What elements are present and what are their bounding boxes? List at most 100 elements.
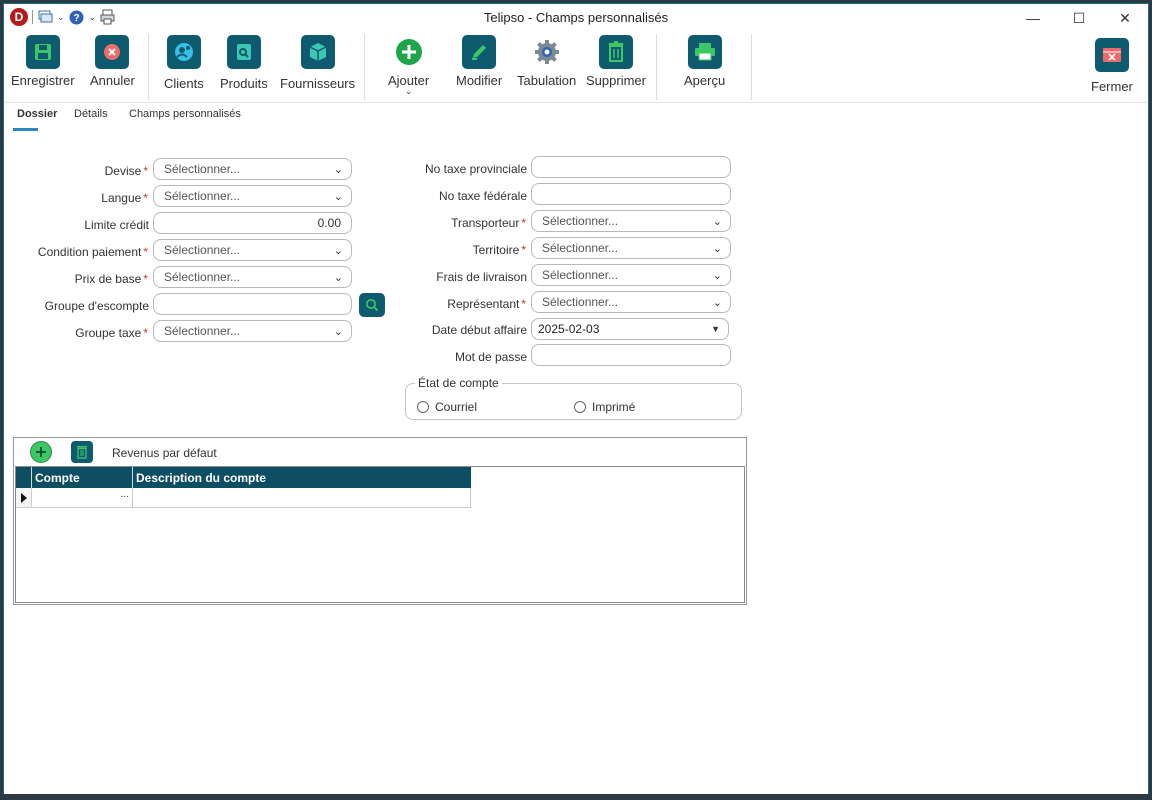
transporteur-select[interactable]: Sélectionner... ⌄ xyxy=(531,210,731,232)
tab-champs-personnalises[interactable]: Champs personnalisés xyxy=(129,108,241,120)
chevron-down-icon: ⌄ xyxy=(712,216,722,228)
dropdown-arrow-icon: ▼ xyxy=(711,324,720,334)
imprime-radio[interactable]: Imprimé xyxy=(574,400,635,414)
groupe-escompte-label: Groupe d'escompte xyxy=(44,299,149,313)
delete-revenu-button[interactable] xyxy=(71,441,93,463)
cell-compte[interactable]: ... xyxy=(32,488,133,508)
condition-paiement-select[interactable]: Sélectionner... ⌄ xyxy=(153,239,352,261)
tabulation-button[interactable]: Tabulation xyxy=(517,32,576,88)
groupe-taxe-select[interactable]: Sélectionner... ⌄ xyxy=(153,320,352,342)
ribbon-separator xyxy=(751,34,752,100)
chevron-down-icon: ⌄ xyxy=(333,191,343,203)
revenus-title: Revenus par défaut xyxy=(112,446,217,460)
no-taxe-fed-input[interactable] xyxy=(531,183,731,205)
plus-icon xyxy=(36,447,46,457)
no-taxe-prov-input[interactable] xyxy=(531,156,731,178)
search-icon xyxy=(366,299,379,312)
groupe-escompte-input[interactable] xyxy=(153,293,352,315)
minimize-button[interactable]: — xyxy=(1010,4,1056,32)
territoire-select[interactable]: Sélectionner... ⌄ xyxy=(531,237,731,259)
chevron-down-icon: ⌄ xyxy=(712,270,722,282)
revenus-panel: Revenus par défaut Compte Description du… xyxy=(13,437,747,605)
devise-select[interactable]: Sélectionner... ⌄ xyxy=(153,158,352,180)
col-header-compte[interactable]: Compte xyxy=(32,467,133,488)
produits-button[interactable]: Produits xyxy=(220,32,268,91)
cancel-icon xyxy=(95,35,130,69)
chevron-down-icon: ⌄ xyxy=(333,326,343,338)
close-window-button[interactable]: ✕ xyxy=(1102,4,1148,32)
groupe-escompte-search-button[interactable] xyxy=(359,293,385,317)
produits-label: Produits xyxy=(220,76,268,91)
modifier-button[interactable]: Modifier xyxy=(456,32,502,88)
date-debut-picker[interactable]: 2025-02-03 ▼ xyxy=(531,318,729,340)
no-taxe-fed-label: No taxe fédérale xyxy=(438,189,527,203)
chevron-down-icon: ⌄ xyxy=(333,164,343,176)
chevron-down-icon[interactable]: ⌄ xyxy=(405,87,413,96)
title-bar: D ⌄ ? ⌄ Telipso - Champs personnalisés —… xyxy=(4,4,1148,32)
window-controls: — ☐ ✕ xyxy=(1010,4,1148,32)
supprimer-label: Supprimer xyxy=(586,73,646,88)
langue-select[interactable]: Sélectionner... ⌄ xyxy=(153,185,352,207)
chevron-down-icon: ⌄ xyxy=(712,243,722,255)
window-title: Telipso - Champs personnalisés xyxy=(483,10,669,25)
ribbon-separator xyxy=(656,34,657,100)
box-icon xyxy=(300,35,335,69)
langue-label: Langue * xyxy=(101,191,148,205)
clients-icon xyxy=(166,35,201,69)
supprimer-button[interactable]: Supprimer xyxy=(586,32,646,88)
representant-label: Représentant * xyxy=(447,297,526,311)
etat-compte-legend: État de compte xyxy=(415,376,502,390)
devise-label: Devise * xyxy=(104,164,148,178)
date-debut-label: Date début affaire xyxy=(431,323,527,337)
mot-de-passe-input[interactable] xyxy=(531,344,731,366)
transporteur-label: Transporteur * xyxy=(451,216,526,230)
add-revenu-button[interactable] xyxy=(30,441,52,463)
app-window: D ⌄ ? ⌄ Telipso - Champs personnalisés —… xyxy=(3,3,1149,796)
frais-livraison-label: Frais de livraison xyxy=(436,270,527,284)
radio-unchecked-icon xyxy=(417,401,429,413)
tab-details[interactable]: Détails xyxy=(74,108,108,120)
chevron-down-icon: ⌄ xyxy=(333,272,343,284)
col-header-description[interactable]: Description du compte xyxy=(133,467,471,488)
limite-credit-input[interactable]: 0.00 xyxy=(153,212,352,234)
apercu-button[interactable]: Aperçu xyxy=(684,32,725,88)
maximize-button[interactable]: ☐ xyxy=(1056,4,1102,32)
prix-base-label: Prix de base * xyxy=(74,272,148,286)
row-indicator[interactable] xyxy=(16,488,32,508)
save-icon xyxy=(25,35,60,69)
groupe-taxe-label: Groupe taxe * xyxy=(75,326,148,340)
mot-de-passe-label: Mot de passe xyxy=(454,350,527,364)
modifier-label: Modifier xyxy=(456,73,503,88)
chevron-down-icon: ⌄ xyxy=(712,297,722,309)
clients-label: Clients xyxy=(164,76,204,91)
tab-dossier[interactable]: Dossier xyxy=(17,108,57,120)
add-icon xyxy=(392,35,426,69)
tabulation-label: Tabulation xyxy=(517,73,577,88)
apercu-label: Aperçu xyxy=(684,73,726,88)
fournisseurs-button[interactable]: Fournisseurs xyxy=(280,32,355,91)
no-taxe-prov-label: No taxe provinciale xyxy=(424,162,527,176)
status-strip xyxy=(0,794,1152,800)
fournisseurs-label: Fournisseurs xyxy=(280,76,356,91)
enregistrer-button[interactable]: Enregistrer xyxy=(11,32,75,88)
ribbon-separator xyxy=(364,34,365,100)
enregistrer-label: Enregistrer xyxy=(11,73,75,88)
cell-description[interactable] xyxy=(133,488,471,508)
frais-livraison-select[interactable]: Sélectionner... ⌄ xyxy=(531,264,731,286)
row-header-corner xyxy=(16,467,32,488)
fermer-button[interactable]: Fermer xyxy=(1091,32,1133,94)
limite-credit-label: Limite crédit xyxy=(84,218,149,232)
annuler-button[interactable]: Annuler xyxy=(90,32,135,88)
browse-ellipsis-button[interactable]: ... xyxy=(121,489,129,500)
printer-icon xyxy=(687,35,722,69)
annuler-label: Annuler xyxy=(90,73,135,88)
courriel-radio[interactable]: Courriel xyxy=(417,400,477,414)
edit-icon xyxy=(462,35,497,69)
prix-base-select[interactable]: Sélectionner... ⌄ xyxy=(153,266,352,288)
revenus-grid: Compte Description du compte ... xyxy=(15,466,745,603)
ajouter-button[interactable]: Ajouter ⌄ xyxy=(388,32,429,96)
trash-icon xyxy=(77,446,87,459)
radio-unchecked-icon xyxy=(574,401,586,413)
representant-select[interactable]: Sélectionner... ⌄ xyxy=(531,291,731,313)
clients-button[interactable]: Clients xyxy=(164,32,204,91)
